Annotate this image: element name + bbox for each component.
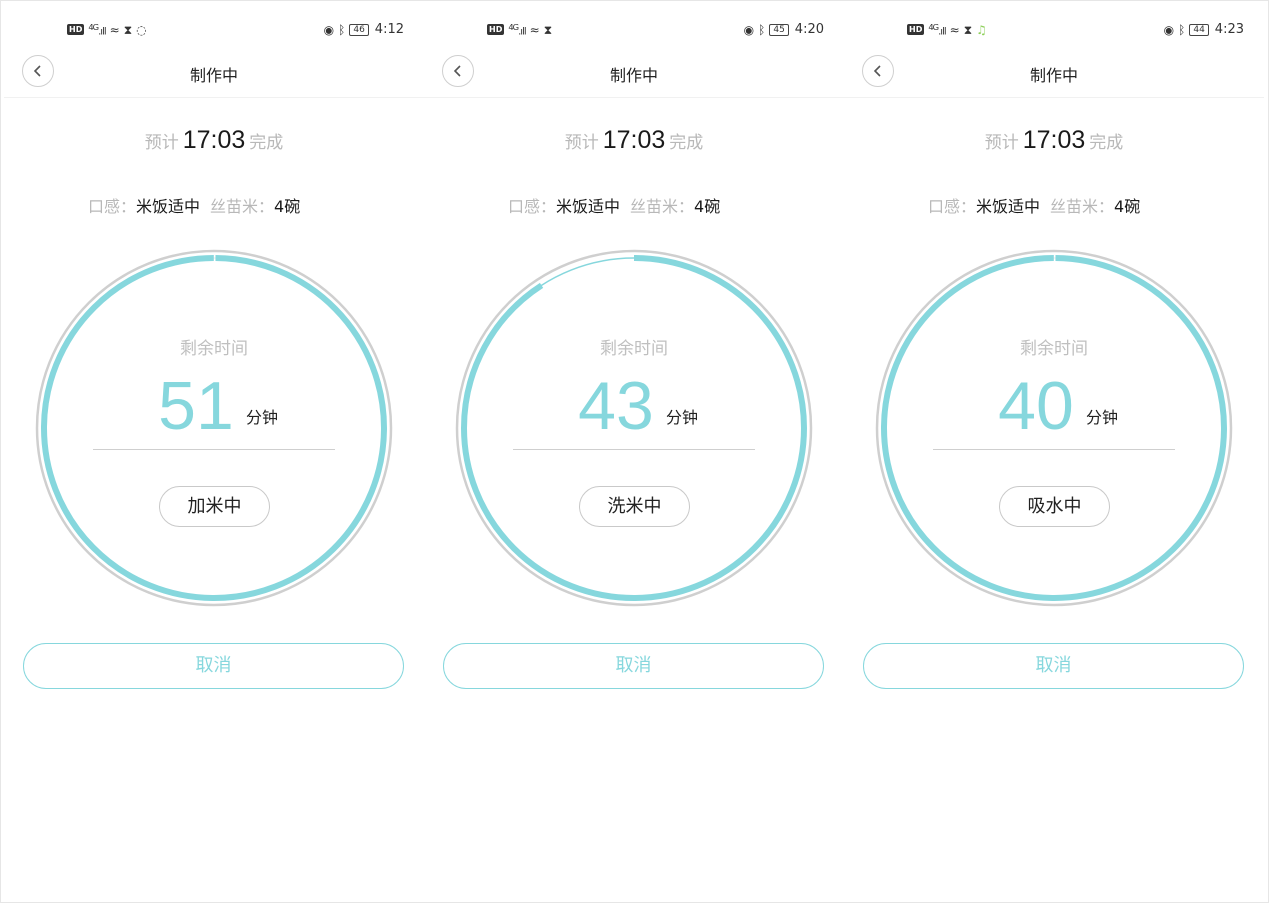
signal-icon: 4G.ıll [928,22,946,38]
eta-suffix: 完成 [1089,133,1124,153]
rice-value: 4碗 [694,197,721,216]
texture-label: 口感： [928,197,977,216]
eta-prefix: 预计 [144,133,179,153]
status-right-icons: ◉ ᛒ 46 4:12 [324,22,404,37]
dial-divider [93,449,335,450]
cooking-info: 口感：米饭适中 丝苗米：4碗 [88,193,300,217]
stage-badge: 洗米中 [579,486,690,527]
hd-icon: HD [67,24,85,36]
texture-label: 口感： [508,197,557,216]
remaining-minutes: 43 [578,368,654,444]
texture-value: 米饭适中 [556,197,621,216]
eta-line: 预计 17:03 完成 [424,126,844,155]
clock: 4:20 [794,22,824,37]
app-notification-icon: ◌ [136,22,147,37]
remaining-minutes: 40 [998,368,1074,444]
page-title: 制作中 [189,66,238,85]
progress-dial: 剩余时间 40 分钟 吸水中 [874,248,1234,608]
stage-badge: 吸水中 [999,486,1110,527]
hourglass-icon: ⧗ [123,22,133,37]
status-bar: HD 4G.ıll ≈ ⧗ ♫ ◉ ᛒ 44 4:23 [844,20,1264,42]
progress-dial: 剩余时间 43 分钟 洗米中 [454,248,814,608]
network-type: 4G [88,22,99,32]
signal-icon: 4G.ıll [508,22,526,38]
hd-icon: HD [907,24,925,36]
remaining-time-label: 剩余时间 [180,339,248,359]
clock: 4:23 [1214,22,1244,37]
hourglass-icon: ⧗ [543,22,553,37]
minutes-unit: 分钟 [246,408,279,427]
remaining-time-label: 剩余时间 [600,339,668,359]
rice-label: 丝苗米： [630,197,695,216]
status-left-icons: HD 4G.ıll ≈ ⧗ ◌ [67,22,147,37]
minutes-unit: 分钟 [666,408,699,427]
bluetooth-icon: ᛒ [1178,22,1186,37]
phone-screen-3: HD 4G.ıll ≈ ⧗ ♫ ◉ ᛒ 44 4:23 制作中 预计 17:03 完… [844,0,1264,903]
nav-bar: 制作中 [424,48,844,98]
phone-screen-2: HD 4G.ıll ≈ ⧗ ◉ ᛒ 45 4:20 制作中 预计 17:03 完成 … [424,0,844,903]
remaining-minutes: 51 [158,368,234,444]
status-right-icons: ◉ ᛒ 45 4:20 [744,22,824,37]
battery-icon: 44 [1189,23,1209,36]
battery-icon: 45 [769,23,789,36]
texture-label: 口感： [88,197,137,216]
bluetooth-icon: ᛒ [338,22,346,37]
network-type: 4G [928,22,939,32]
wifi-icon: ≈ [949,22,960,37]
wifi-icon: ≈ [529,22,540,37]
cancel-button[interactable]: 取消 [23,643,404,689]
battery-icon: 46 [349,23,369,36]
rice-value: 4碗 [274,197,301,216]
cooking-info: 口感：米饭适中 丝苗米：4碗 [508,193,720,217]
eta-suffix: 完成 [669,133,704,153]
eta-suffix: 完成 [249,133,284,153]
status-left-icons: HD 4G.ıll ≈ ⧗ ♫ [907,22,987,37]
status-left-icons: HD 4G.ıll ≈ ⧗ [487,22,552,37]
texture-value: 米饭适中 [976,197,1041,216]
minutes-unit: 分钟 [1086,408,1119,427]
bluetooth-icon: ᛒ [758,22,766,37]
eta-time: 17:03 [602,126,666,154]
stage-badge: 加米中 [159,486,270,527]
status-bar: HD 4G.ıll ≈ ⧗ ◌ ◉ ᛒ 46 4:12 [4,20,424,42]
rice-value: 4碗 [1114,197,1141,216]
rice-label: 丝苗米： [210,197,275,216]
nav-bar: 制作中 [844,48,1264,98]
progress-dial: 剩余时间 51 分钟 加米中 [34,248,394,608]
cancel-button[interactable]: 取消 [863,643,1244,689]
network-type: 4G [508,22,519,32]
eta-time: 17:03 [182,126,246,154]
remaining-time-label: 剩余时间 [1020,339,1088,359]
page-title: 制作中 [1029,66,1078,85]
cancel-button[interactable]: 取消 [443,643,824,689]
dial-divider [513,449,755,450]
page-title: 制作中 [609,66,658,85]
dial-divider [933,449,1175,450]
nav-bar: 制作中 [4,48,424,98]
status-bar: HD 4G.ıll ≈ ⧗ ◉ ᛒ 45 4:20 [424,20,844,42]
eye-icon: ◉ [743,22,755,37]
texture-value: 米饭适中 [136,197,201,216]
hourglass-icon: ⧗ [963,22,973,37]
bell-icon: ♫ [976,22,987,37]
eta-line: 预计 17:03 完成 [4,126,424,155]
phone-screen-1: HD 4G.ıll ≈ ⧗ ◌ ◉ ᛒ 46 4:12 制作中 预计 17:03 完… [4,0,424,903]
eye-icon: ◉ [323,22,335,37]
eta-line: 预计 17:03 完成 [844,126,1264,155]
clock: 4:12 [374,22,404,37]
rice-label: 丝苗米： [1050,197,1115,216]
wifi-icon: ≈ [109,22,120,37]
status-right-icons: ◉ ᛒ 44 4:23 [1164,22,1244,37]
hd-icon: HD [487,24,505,36]
eta-time: 17:03 [1022,126,1086,154]
signal-icon: 4G.ıll [88,22,106,38]
cooking-info: 口感：米饭适中 丝苗米：4碗 [928,193,1140,217]
eye-icon: ◉ [1163,22,1175,37]
eta-prefix: 预计 [564,133,599,153]
eta-prefix: 预计 [984,133,1019,153]
